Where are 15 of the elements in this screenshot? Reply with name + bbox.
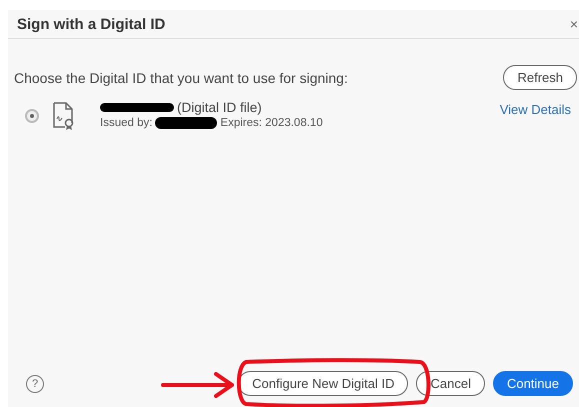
view-details-link[interactable]: View Details bbox=[500, 102, 571, 117]
refresh-button[interactable]: Refresh bbox=[503, 65, 577, 90]
close-button[interactable]: × bbox=[568, 16, 579, 32]
issued-by-label: Issued by: bbox=[100, 117, 152, 129]
prompt-text: Choose the Digital ID that you want to use for signing: bbox=[14, 70, 348, 86]
redaction-mark bbox=[155, 117, 218, 129]
expiry-text: Expires: 2023.08.10 bbox=[220, 117, 323, 129]
continue-button[interactable]: Continue bbox=[492, 371, 573, 396]
dialog-button[interactable]: Configure New Digital ID bbox=[238, 371, 408, 396]
help-button[interactable]: ? bbox=[26, 374, 44, 392]
id-type-text: (Digital ID file) bbox=[177, 100, 262, 115]
radio-button[interactable] bbox=[25, 109, 39, 123]
dialog-button[interactable]: Cancel bbox=[416, 371, 485, 396]
certificate-file-icon bbox=[53, 102, 75, 130]
dialog-title: Sign with a Digital ID bbox=[17, 16, 166, 32]
